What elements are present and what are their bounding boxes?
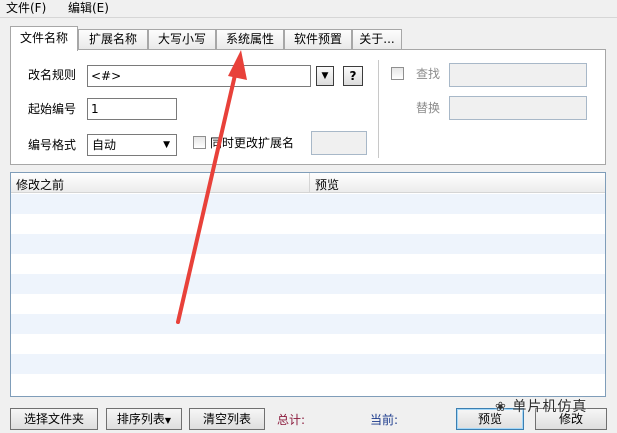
find-label: 查找 [416, 67, 441, 81]
tab-file-name[interactable]: 文件名称 [10, 26, 78, 51]
tab-extension-name[interactable]: 扩展名称 [78, 29, 148, 50]
rule-dropdown-button[interactable]: ▼ [316, 66, 334, 86]
help-button[interactable]: ? [343, 66, 363, 86]
list-header: 修改之前 预览 [11, 173, 605, 193]
number-format-value: 自动 [92, 138, 117, 152]
wechat-icon: ❀ [495, 400, 507, 415]
list-row[interactable] [11, 274, 605, 294]
tab-case[interactable]: 大写小写 [148, 29, 216, 50]
change-extension-label: 同时更改扩展名 [210, 136, 295, 150]
menu-file[interactable]: 文件(F) [6, 1, 46, 16]
start-number-label: 起始编号 [28, 102, 77, 116]
column-before[interactable]: 修改之前 [16, 176, 64, 193]
current-label: 当前: [370, 413, 399, 427]
watermark: ❀ 单片机仿真 [495, 396, 587, 416]
rename-rule-input[interactable]: <#> [87, 65, 311, 87]
tab-panel-file-name: 改名规则 <#> ▼ ? 起始编号 1 编号格式 自动 ▼ 同时更改扩展名 查找… [10, 49, 606, 165]
number-format-label: 编号格式 [28, 138, 77, 152]
find-input[interactable] [449, 63, 587, 87]
list-row[interactable] [11, 294, 605, 314]
watermark-text: 单片机仿真 [512, 399, 588, 415]
select-folder-button[interactable]: 选择文件夹 [10, 408, 98, 430]
rename-rule-label: 改名规则 [28, 68, 77, 82]
change-extension-input[interactable] [311, 131, 367, 155]
list-row[interactable] [11, 194, 605, 214]
tab-system-attributes[interactable]: 系统属性 [216, 29, 284, 50]
replace-label: 替换 [416, 101, 441, 115]
list-row[interactable] [11, 374, 605, 394]
triangle-down-icon: ▼ [321, 71, 329, 81]
find-checkbox[interactable] [391, 67, 404, 80]
triangle-down-icon: ▼ [163, 140, 170, 150]
number-format-select[interactable]: 自动 ▼ [87, 134, 177, 156]
panel-divider [378, 60, 379, 158]
list-row[interactable] [11, 314, 605, 334]
list-row[interactable] [11, 334, 605, 354]
list-row[interactable] [11, 354, 605, 374]
start-number-input[interactable]: 1 [87, 98, 177, 120]
sort-list-label: 排序列表 [116, 412, 165, 426]
replace-input[interactable] [449, 96, 587, 120]
triangle-down-icon: ▼ [164, 416, 172, 425]
list-row[interactable] [11, 234, 605, 254]
tab-software-presets[interactable]: 软件预置 [284, 29, 352, 50]
column-preview[interactable]: 预览 [315, 176, 339, 193]
total-label: 总计: [277, 413, 306, 427]
tab-about[interactable]: 关于... [352, 29, 402, 50]
list-row[interactable] [11, 214, 605, 234]
change-extension-checkbox[interactable] [193, 136, 206, 149]
sort-list-button[interactable]: 排序列表▼ [106, 408, 182, 430]
file-list[interactable]: 修改之前 预览 [10, 172, 606, 397]
menu-edit[interactable]: 编辑(E) [68, 1, 109, 16]
clear-list-button[interactable]: 清空列表 [189, 408, 265, 430]
list-row[interactable] [11, 254, 605, 274]
column-separator[interactable] [309, 173, 310, 193]
menu-bar: 文件(F) 编辑(E) [0, 0, 617, 18]
